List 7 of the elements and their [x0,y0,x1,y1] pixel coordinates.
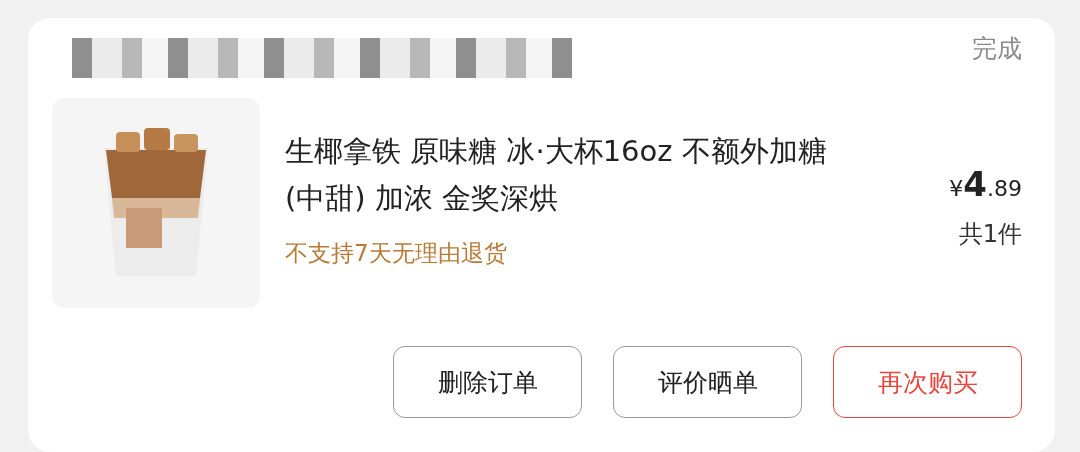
buy-again-button[interactable]: 再次购买 [833,346,1022,418]
order-action-button[interactable]: 删除订单 [393,346,582,418]
order-action-button[interactable]: 评价晒单 [613,346,802,418]
price: ¥4.89 [949,164,1022,204]
return-policy-notice: 不支持7天无理由退货 [285,239,508,268]
product-title: 生椰拿铁 原味糖 冰·大杯16oz 不额外加糖(中甜) 加浓 金奖深烘 [285,133,828,217]
item-count: 共1件 [958,219,1022,250]
